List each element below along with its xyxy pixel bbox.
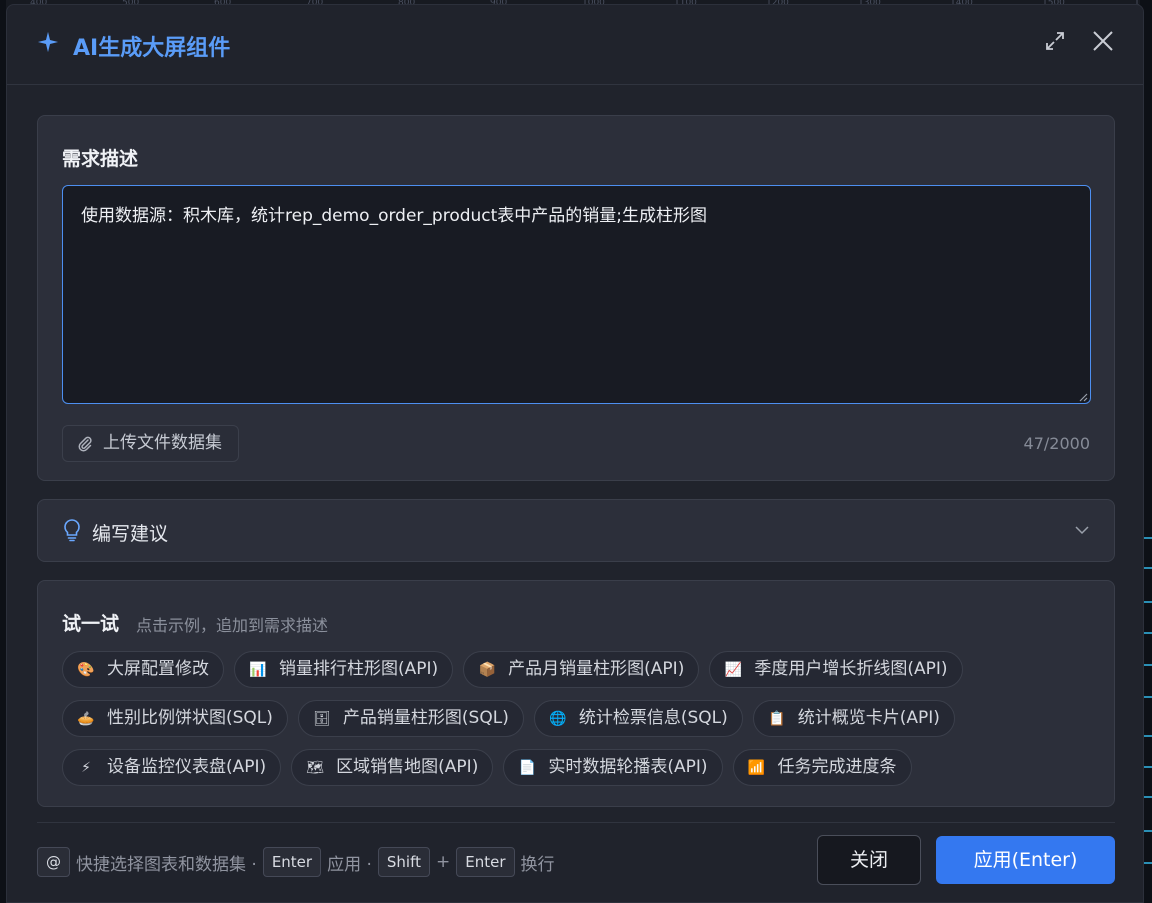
example-chips: 🎨 大屏配置修改 📊 销量排行柱形图(API) 📦 产品月销量柱形图(API) 📈 季度用户增…	[62, 651, 1102, 798]
try-examples-panel: 试一试 点击示例，追加到需求描述 🎨 大屏配置修改 📊 销量排行柱形图(API) 📦 产品…	[37, 580, 1115, 807]
expand-icon[interactable]	[1041, 27, 1069, 55]
lightbulb-icon	[64, 519, 80, 542]
try-title: 试一试	[62, 613, 120, 635]
document-icon: 📄	[518, 759, 537, 776]
example-chip[interactable]: 📈 季度用户增长折线图(API)	[709, 651, 963, 688]
example-chip[interactable]: 🥧 性别比例饼状图(SQL)	[62, 700, 288, 737]
dialog-header: AI生成大屏组件	[7, 5, 1143, 85]
sparkle-icon	[37, 31, 59, 53]
example-chip-label: 统计概览卡片(API)	[797, 708, 940, 728]
try-subtitle: 点击示例，追加到需求描述	[136, 616, 329, 635]
example-chip-label: 统计检票信息(SQL)	[578, 708, 728, 728]
lightning-icon: ⚡	[81, 759, 91, 776]
example-chip[interactable]: 📶 任务完成进度条	[732, 749, 912, 786]
hint-apply-text: 应用 ·	[327, 854, 372, 875]
close-icon[interactable]	[1089, 27, 1117, 55]
example-chip[interactable]: ⚡ 设备监控仪表盘(API)	[62, 749, 282, 786]
close-button[interactable]: 关闭	[817, 835, 921, 885]
example-chip[interactable]: 📦 产品月销量柱形图(API)	[463, 651, 700, 688]
ai-component-dialog: AI生成大屏组件 需求描述 使用数据源：积木库，统计rep_demo_order…	[6, 4, 1144, 903]
requirement-textarea[interactable]: 使用数据源：积木库，统计rep_demo_order_product表中产品的销…	[62, 185, 1091, 404]
pie-icon: 🥧	[77, 710, 95, 727]
at-key: @	[37, 847, 70, 877]
upload-dataset-button[interactable]: 上传文件数据集	[62, 425, 239, 462]
hint-newline-text: 换行	[520, 854, 555, 875]
apply-button[interactable]: 应用(Enter)	[936, 836, 1115, 884]
example-chip-label: 大屏配置修改	[107, 659, 209, 679]
example-chip[interactable]: 🎨 大屏配置修改	[62, 651, 224, 688]
writing-tips-panel[interactable]: 编写建议	[37, 499, 1115, 562]
map-icon: 🗺	[306, 759, 325, 776]
example-chip-label: 实时数据轮播表(API)	[548, 757, 708, 777]
chip-row: 🥧 性别比例饼状图(SQL) 🗄 产品销量柱形图(SQL) 🌐 统计检票信息(SQL) 📋 统…	[62, 700, 1102, 737]
example-chip[interactable]: 📋 统计概览卡片(API)	[752, 700, 955, 737]
example-chip-label: 产品月销量柱形图(API)	[508, 659, 685, 679]
example-chip[interactable]: 🗺 区域销售地图(API)	[291, 749, 494, 786]
example-chip-label: 区域销售地图(API)	[336, 757, 479, 777]
paperclip-icon	[78, 436, 92, 452]
writing-tips-label: 编写建议	[92, 523, 169, 545]
database-icon: 🗄	[313, 710, 331, 727]
example-chip-label: 设备监控仪表盘(API)	[107, 757, 267, 777]
example-chip-label: 产品销量柱形图(SQL)	[342, 708, 509, 728]
shortcut-hints: @ 快捷选择图表和数据集 · Enter 应用 · Shift + Enter …	[37, 846, 555, 878]
line-chart-icon: 📈	[724, 661, 743, 678]
example-chip[interactable]: 🗄 产品销量柱形图(SQL)	[297, 700, 524, 737]
chip-row: 🎨 大屏配置修改 📊 销量排行柱形图(API) 📦 产品月销量柱形图(API) 📈 季度用户增…	[62, 651, 1102, 688]
dialog-title: AI生成大屏组件	[73, 36, 231, 61]
package-icon: 📦	[478, 661, 496, 678]
chip-row: ⚡ 设备监控仪表盘(API) 🗺 区域销售地图(API) 📄 实时数据轮播表(API) 📶 任…	[62, 749, 1102, 786]
resize-grip-icon[interactable]	[1078, 392, 1088, 402]
bar-chart-icon: 📊	[249, 661, 267, 678]
example-chip[interactable]: 🌐 统计检票信息(SQL)	[533, 700, 743, 737]
enter-key-newline: Enter	[456, 847, 515, 877]
example-chip-label: 销量排行柱形图(API)	[279, 659, 439, 679]
globe-icon: 🌐	[549, 710, 567, 727]
example-chip-label: 季度用户增长折线图(API)	[754, 659, 948, 679]
char-counter: 47/2000	[1023, 434, 1090, 453]
example-chip[interactable]: 📊 销量排行柱形图(API)	[234, 651, 454, 688]
example-chip[interactable]: 📄 实时数据轮播表(API)	[503, 749, 723, 786]
hint-select-text: 快捷选择图表和数据集 ·	[76, 854, 257, 875]
clipboard-icon: 📋	[768, 710, 786, 727]
chevron-down-icon[interactable]	[1074, 522, 1090, 538]
footer-divider	[37, 822, 1115, 823]
requirement-panel: 需求描述 使用数据源：积木库，统计rep_demo_order_product表…	[37, 115, 1115, 481]
requirement-title: 需求描述	[62, 148, 139, 170]
example-chip-label: 性别比例饼状图(SQL)	[107, 708, 273, 728]
upload-dataset-label: 上传文件数据集	[103, 433, 222, 453]
palette-icon: 🎨	[77, 661, 95, 678]
enter-key: Enter	[262, 847, 322, 877]
shift-key: Shift	[377, 847, 430, 877]
plus-sign: +	[436, 852, 451, 872]
example-chip-label: 任务完成进度条	[777, 757, 897, 777]
progress-icon: 📶	[747, 759, 766, 776]
